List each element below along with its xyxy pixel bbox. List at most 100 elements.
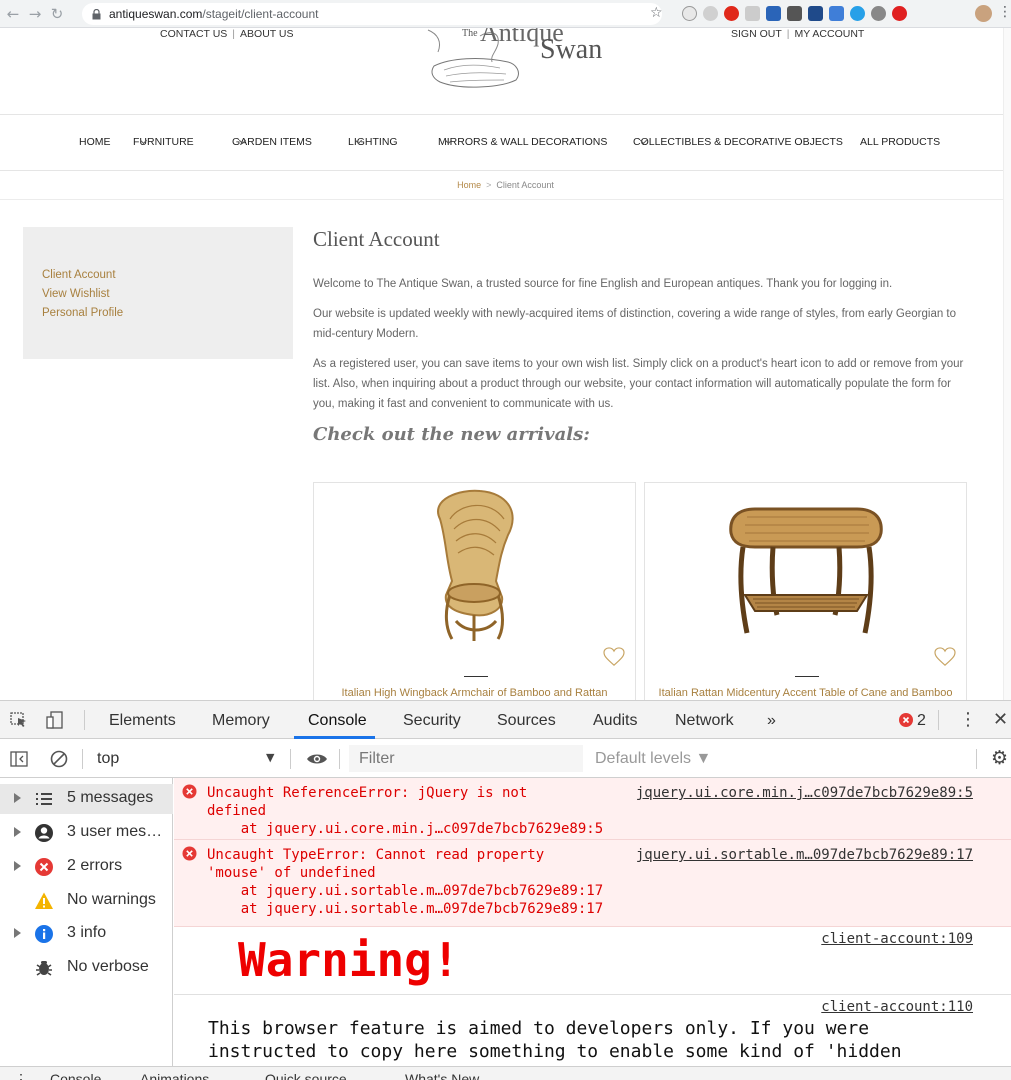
tab-sources[interactable]: Sources [497,712,556,730]
nav-all-products-label: ALL PRODUCTS [860,136,941,148]
log-levels-dropdown[interactable]: Default levels ▼ [595,750,711,768]
error-source-link[interactable]: jquery.ui.core.min.j…c097de7bcb7629e89:5 [636,784,973,802]
heart-icon[interactable] [603,647,625,667]
sidebar-item-label: 5 messages [67,789,154,806]
profile-avatar[interactable] [975,5,992,22]
divider [938,710,939,730]
extension-icon[interactable] [766,6,781,21]
breadcrumb-current: Client Account [496,180,554,190]
extension-icon[interactable] [871,6,886,21]
sign-out-link[interactable]: SIGN OUT [731,28,782,40]
extension-icon[interactable] [850,6,865,21]
extension-icon[interactable] [787,6,802,21]
extension-icon[interactable] [745,6,760,21]
extensions-bar [682,6,907,21]
error-icon [182,784,197,799]
tab-network[interactable]: Network [675,712,734,730]
sidebar-item-personal-profile[interactable]: Personal Profile [42,307,123,319]
opera-icon[interactable] [724,6,739,21]
top-left-links: CONTACT US | ABOUT US [160,28,294,40]
product-title[interactable]: Italian High Wingback Armchair of Bamboo… [314,687,635,699]
sidebar-item-view-wishlist[interactable]: View Wishlist [42,288,110,300]
console-toolbar: top ▼ Filter Default levels ▼ ⚙ [0,740,1011,778]
about-us-link[interactable]: ABOUT US [240,28,293,40]
tab-security[interactable]: Security [403,712,461,730]
log-source-link[interactable]: client-account:110 [821,999,973,1015]
eye-icon[interactable] [306,752,328,766]
devtools-menu-icon[interactable]: ⋮ [959,709,977,730]
page-scrollbar[interactable] [1003,28,1011,700]
tab-console[interactable]: Console [308,712,367,730]
divider [84,710,85,730]
chevron-down-icon[interactable]: ▼ [266,751,274,764]
reload-icon[interactable]: ↻ [48,5,66,23]
main-content: Client Account Welcome to The Antique Sw… [313,227,973,445]
sidebar-item-warnings[interactable]: No warnings [0,886,173,916]
back-arrow-icon[interactable]: ← [4,5,22,23]
sidebar-toggle-icon[interactable] [10,751,28,767]
console-error-message[interactable]: Uncaught ReferenceError: jQuery is not d… [174,778,1011,840]
sidebar-item-errors[interactable]: 2 errors [0,852,173,882]
nav-furniture[interactable]: FURNITURE [133,136,194,148]
console-log-message[interactable]: client-account:109 Warning! [174,927,1011,995]
error-source-link[interactable]: jquery.ui.sortable.m…097de7bcb7629e89:17 [636,846,973,864]
console-log-message[interactable]: client-account:110 This browser feature … [174,995,1011,1066]
console-error-message[interactable]: Uncaught TypeError: Cannot read property… [174,840,1011,927]
context-selector[interactable]: top [97,750,119,768]
warning-banner-text: Warning! [238,933,460,987]
contact-us-link[interactable]: CONTACT US [160,28,227,40]
inspect-element-icon[interactable] [10,712,28,728]
bookmark-star-icon[interactable]: ☆ [650,5,663,21]
sidebar-item-messages[interactable]: 5 messages [0,784,173,814]
extension-icon[interactable] [682,6,697,21]
extension-icon[interactable] [703,6,718,21]
list-icon [36,793,52,805]
clear-console-icon[interactable] [50,750,68,768]
product-card[interactable]: Italian High Wingback Armchair of Bamboo… [313,482,636,700]
tab-memory[interactable]: Memory [212,712,270,730]
device-toolbar-icon[interactable] [46,711,64,729]
close-icon[interactable]: ✕ [993,709,1008,730]
tab-audits[interactable]: Audits [593,712,637,730]
extension-icon[interactable] [829,6,844,21]
my-account-link[interactable]: MY ACCOUNT [795,28,865,40]
breadcrumb-home[interactable]: Home [457,180,481,190]
address-bar[interactable]: antiqueswan.com/stageit/client-account [82,3,662,25]
error-count[interactable]: 2 [917,712,926,730]
drawer-tab-animations[interactable]: Animations [140,1071,209,1080]
expand-arrow-icon[interactable] [14,793,21,803]
extension-icon[interactable] [892,6,907,21]
sidebar-item-info[interactable]: 3 info [0,919,173,949]
divider [0,114,1011,115]
drawer-tab-whats-new[interactable]: What's New [405,1071,479,1080]
expand-arrow-icon[interactable] [14,928,21,938]
product-title[interactable]: Italian Rattan Midcentury Accent Table o… [645,687,966,699]
welcome-paragraph: Welcome to The Antique Swan, a trusted s… [313,278,893,290]
divider [339,749,340,769]
nav-mirrors[interactable]: MIRRORS & WALL DECORATIONS [438,136,607,148]
more-tabs-icon[interactable]: » [767,712,776,730]
heart-icon[interactable] [934,647,956,667]
product-image-table [729,507,883,634]
error-text: Uncaught ReferenceError: jQuery is not d… [207,785,604,837]
gear-icon[interactable]: ⚙ [991,747,1008,769]
sidebar-item-client-account[interactable]: Client Account [42,269,116,281]
logo-the: The [462,28,478,39]
sidebar-item-user-messages[interactable]: 3 user mes… [0,818,173,848]
divider [464,676,488,677]
drawer-tab-quick-source[interactable]: Quick source [265,1071,347,1080]
nav-lighting[interactable]: LIGHTING [348,136,398,148]
forward-arrow-icon[interactable]: → [26,5,44,23]
drawer-menu-icon[interactable]: ⋮ [14,1071,28,1080]
extension-icon[interactable] [808,6,823,21]
browser-menu-icon[interactable]: ⋮ [998,4,1011,20]
sidebar-item-verbose[interactable]: No verbose [0,953,173,983]
nav-garden-items[interactable]: GARDEN ITEMS [232,136,312,148]
expand-arrow-icon[interactable] [14,827,21,837]
log-source-link[interactable]: client-account:109 [821,931,973,947]
expand-arrow-icon[interactable] [14,861,21,871]
product-card[interactable]: Italian Rattan Midcentury Accent Table o… [644,482,967,700]
nav-collectibles[interactable]: COLLECTIBLES & DECORATIVE OBJECTS [633,136,843,148]
drawer-tab-console[interactable]: Console [50,1071,101,1080]
tab-elements[interactable]: Elements [109,712,176,730]
